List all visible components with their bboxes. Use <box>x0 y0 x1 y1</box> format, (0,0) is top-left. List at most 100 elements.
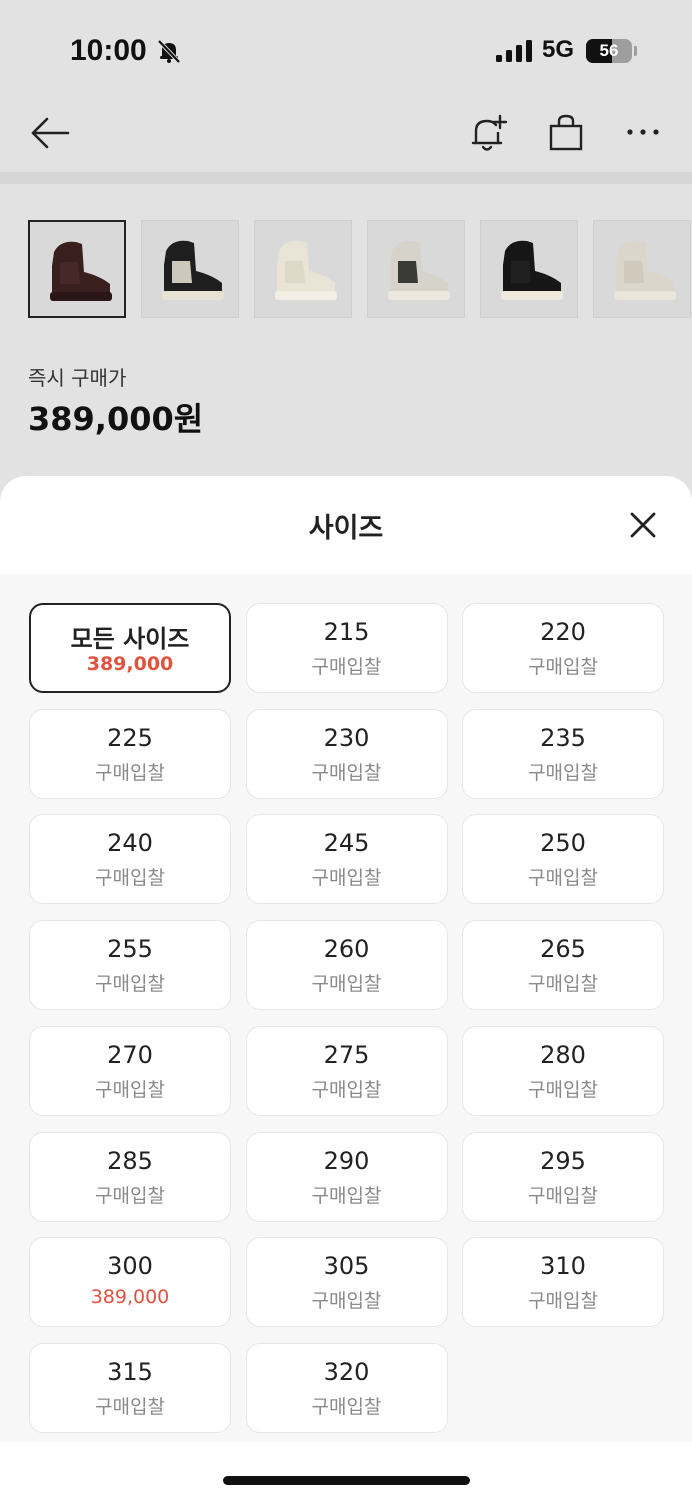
size-bid-label: 구매입찰 <box>311 656 382 678</box>
size-label: 235 <box>540 723 586 752</box>
product-thumbnail[interactable] <box>254 220 352 318</box>
size-bid-label: 구매입찰 <box>528 1078 598 1101</box>
size-label: 305 <box>323 1252 370 1281</box>
size-option[interactable]: 310 구매입찰 <box>462 1237 664 1328</box>
size-label: 225 <box>107 723 153 752</box>
size-option[interactable]: 235 구매입찰 <box>462 708 664 799</box>
size-bid-label: 구매입찰 <box>528 761 598 784</box>
size-option[interactable]: 295 구매입찰 <box>462 1131 664 1222</box>
instant-buy-price: 389,000원 <box>28 400 204 438</box>
size-label: 290 <box>323 1146 370 1175</box>
size-option[interactable]: 305 구매입찰 <box>245 1237 448 1328</box>
size-label: 255 <box>107 935 153 964</box>
sneaker-image <box>50 241 112 301</box>
size-label: 285 <box>107 1146 153 1175</box>
close-icon[interactable] <box>628 510 658 540</box>
sneaker-image <box>501 240 563 300</box>
size-bid-label: 구매입찰 <box>528 867 598 890</box>
size-label: 270 <box>107 1040 153 1069</box>
size-label: 240 <box>107 829 153 858</box>
sneaker-image <box>275 240 337 300</box>
shopping-bag-icon[interactable] <box>548 114 584 152</box>
size-option[interactable]: 250 구매입찰 <box>462 814 664 905</box>
size-label: 265 <box>540 935 586 964</box>
cellular-signal-icon <box>496 40 532 62</box>
product-thumbnail[interactable] <box>141 220 239 318</box>
size-bid-label: 구매입찰 <box>95 1395 165 1418</box>
size-bid-label: 구매입찰 <box>311 1395 382 1418</box>
size-bid-label: 구매입찰 <box>311 1184 382 1207</box>
size-bid-label: 구매입찰 <box>528 1184 598 1207</box>
size-label: 310 <box>540 1252 586 1281</box>
size-option[interactable]: 255 구매입찰 <box>29 920 231 1011</box>
size-label: 275 <box>323 1040 370 1069</box>
instant-buy-price-label: 즉시 구매가 <box>28 366 127 390</box>
bell-plus-icon[interactable] <box>470 114 508 154</box>
size-bid-label: 구매입찰 <box>311 973 382 996</box>
size-bottom-sheet: 사이즈 모든 사이즈 389,000 215 구매입찰 220 구매입찰 225 구매입찰 23… <box>0 476 692 1500</box>
size-price: 389,000 <box>90 1286 170 1309</box>
nav-divider <box>0 172 692 184</box>
size-bid-label: 구매입찰 <box>528 1290 598 1313</box>
battery-icon: 56 <box>586 39 632 63</box>
more-dots-icon[interactable] <box>626 128 660 136</box>
size-label: 230 <box>323 723 370 752</box>
size-label: 250 <box>540 829 586 858</box>
product-thumbnail[interactable] <box>480 220 578 318</box>
sheet-header: 사이즈 <box>0 476 692 574</box>
size-option[interactable]: 280 구매입찰 <box>462 1025 664 1116</box>
size-label: 215 <box>323 618 370 646</box>
size-option[interactable]: 285 구매입찰 <box>29 1131 231 1222</box>
sneaker-image <box>388 240 450 300</box>
product-thumbnail-strip <box>28 220 692 320</box>
size-option[interactable]: 320 구매입찰 <box>245 1342 448 1433</box>
size-label: 280 <box>540 1040 586 1069</box>
home-indicator[interactable] <box>223 1476 470 1485</box>
size-option[interactable]: 315 구매입찰 <box>29 1342 231 1433</box>
size-option[interactable]: 모든 사이즈 389,000 <box>29 603 231 693</box>
size-grid: 모든 사이즈 389,000 215 구매입찰 220 구매입찰 225 구매입찰 230 구매입… <box>0 574 692 1442</box>
size-label: 모든 사이즈 <box>70 625 190 653</box>
product-thumbnail[interactable] <box>28 220 126 318</box>
size-option[interactable]: 300 389,000 <box>29 1237 231 1328</box>
bell-muted-icon <box>157 39 181 64</box>
sneaker-image <box>614 240 676 300</box>
size-label: 300 <box>107 1252 153 1281</box>
size-option[interactable]: 265 구매입찰 <box>462 920 664 1011</box>
network-type: 5G <box>542 36 575 63</box>
product-thumbnail[interactable] <box>367 220 465 318</box>
size-option[interactable]: 225 구매입찰 <box>29 708 231 799</box>
size-bid-label: 구매입찰 <box>95 973 165 996</box>
status-time: 10:00 <box>70 34 147 67</box>
size-option[interactable]: 270 구매입찰 <box>29 1025 231 1116</box>
sheet-title: 사이즈 <box>308 513 384 544</box>
battery-tip <box>634 46 637 56</box>
size-price: 389,000 <box>86 653 174 675</box>
size-option[interactable]: 260 구매입찰 <box>245 920 448 1011</box>
size-option[interactable]: 215 구매입찰 <box>245 603 448 693</box>
product-thumbnail[interactable] <box>593 220 691 318</box>
size-bid-label: 구매입찰 <box>311 761 382 784</box>
back-arrow-icon[interactable] <box>30 116 70 150</box>
top-nav <box>0 100 692 172</box>
size-bid-label: 구매입찰 <box>528 656 598 678</box>
sneaker-image <box>162 240 224 300</box>
size-bid-label: 구매입찰 <box>311 1290 382 1313</box>
size-option[interactable]: 240 구매입찰 <box>29 814 231 905</box>
size-label: 220 <box>540 618 586 646</box>
battery-percent: 56 <box>599 41 619 60</box>
size-bid-label: 구매입찰 <box>95 1078 165 1101</box>
size-bid-label: 구매입찰 <box>95 761 165 784</box>
size-label: 315 <box>107 1357 153 1386</box>
size-option[interactable]: 245 구매입찰 <box>245 814 448 905</box>
size-option[interactable]: 290 구매입찰 <box>245 1131 448 1222</box>
size-label: 295 <box>540 1146 586 1175</box>
size-option[interactable]: 230 구매입찰 <box>245 708 448 799</box>
size-label: 245 <box>323 829 370 858</box>
size-option[interactable]: 220 구매입찰 <box>462 603 664 693</box>
size-bid-label: 구매입찰 <box>311 867 382 890</box>
size-label: 320 <box>323 1357 370 1386</box>
size-bid-label: 구매입찰 <box>528 973 598 996</box>
size-bid-label: 구매입찰 <box>95 1184 165 1207</box>
size-option[interactable]: 275 구매입찰 <box>245 1025 448 1116</box>
